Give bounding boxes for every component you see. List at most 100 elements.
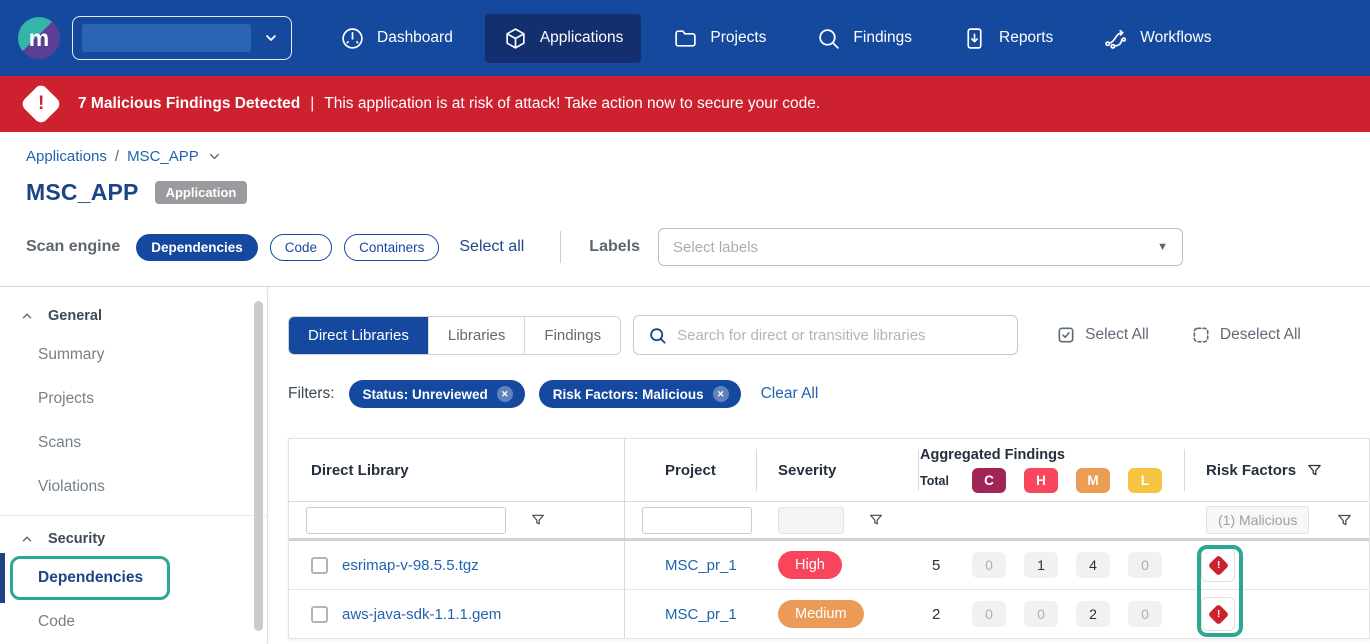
medium-count: 2 <box>1076 601 1110 627</box>
malicious-risk-icon[interactable]: ! <box>1201 548 1235 582</box>
library-cell: esrimap-v-98.5.5.tgz <box>289 541 624 589</box>
remove-filter-icon[interactable]: ✕ <box>497 386 513 402</box>
risk-factors-cell: ! <box>1184 541 1369 589</box>
library-search[interactable] <box>633 315 1018 355</box>
malicious-risk-icon[interactable]: ! <box>1201 597 1235 631</box>
filter-chip-risk-malicious[interactable]: Risk Factors: Malicious ✕ <box>539 380 741 408</box>
filter-chip-status-unreviewed[interactable]: Status: Unreviewed ✕ <box>349 380 525 408</box>
nav-item-dashboard[interactable]: Dashboard <box>322 14 471 63</box>
nav-label: Reports <box>999 29 1053 47</box>
column-label: Risk Factors <box>1206 462 1296 479</box>
project-link[interactable]: MSC_pr_1 <box>665 606 737 623</box>
sidebar-item-dependencies[interactable]: Dependencies <box>0 556 267 600</box>
org-selector-dropdown[interactable] <box>72 16 292 60</box>
direct-library-filter-input[interactable] <box>306 507 506 534</box>
col-header-project[interactable]: Project <box>624 439 756 501</box>
nav-item-workflows[interactable]: Workflows <box>1085 14 1229 63</box>
breadcrumb: Applications / MSC_APP <box>26 148 1370 165</box>
alert-banner-title: 7 Malicious Findings Detected <box>78 95 300 113</box>
critical-count: 0 <box>972 601 1006 627</box>
nav-label: Findings <box>853 29 912 47</box>
low-count: 0 <box>1128 601 1162 627</box>
breadcrumb-applications-link[interactable]: Applications <box>26 148 107 165</box>
breadcrumb-separator: / <box>115 148 119 165</box>
sidebar-item-label: Scans <box>38 434 81 452</box>
row-checkbox[interactable] <box>311 606 328 623</box>
scan-engine-chip-dependencies[interactable]: Dependencies <box>136 234 258 261</box>
col-header-severity[interactable]: Severity <box>756 439 918 501</box>
library-link[interactable]: esrimap-v-98.5.5.tgz <box>342 557 479 574</box>
alert-banner-separator: | <box>310 95 314 113</box>
filter-funnel-icon[interactable] <box>868 512 884 528</box>
high-count: 0 <box>1024 601 1058 627</box>
remove-filter-icon[interactable]: ✕ <box>713 386 729 402</box>
sidebar-scrollbar[interactable] <box>254 301 263 631</box>
mend-logo: m <box>18 17 60 59</box>
risk-factors-filter-value[interactable]: (1) Malicious <box>1206 506 1309 534</box>
clear-all-filters-link[interactable]: Clear All <box>761 385 819 403</box>
checkbox-checked-icon <box>1056 325 1076 345</box>
project-filter-input[interactable] <box>642 507 752 534</box>
top-nav: m Dashboard Applications Projects Findin… <box>0 0 1370 76</box>
severity-badge-medium: M <box>1076 468 1110 493</box>
deselect-all-button[interactable]: Deselect All <box>1191 325 1301 345</box>
column-label: Severity <box>778 462 836 479</box>
nav-item-applications[interactable]: Applications <box>485 14 642 63</box>
filter-funnel-icon[interactable] <box>1336 512 1353 529</box>
total-label: Total <box>920 474 972 488</box>
high-count: 1 <box>1024 552 1058 578</box>
alert-banner: ! 7 Malicious Findings Detected | This a… <box>0 76 1370 132</box>
nav-item-projects[interactable]: Projects <box>655 14 784 63</box>
tab-findings[interactable]: Findings <box>524 317 620 354</box>
direct-libraries-table: Direct Library Project Severity Aggregat… <box>288 438 1370 639</box>
chevron-up-icon <box>20 532 34 546</box>
sidebar-item-code[interactable]: Code <box>0 600 267 644</box>
library-toolbar: Direct Libraries Libraries Findings Sele… <box>288 315 1370 355</box>
chevron-down-icon[interactable] <box>207 149 222 164</box>
scan-engine-row: Scan engine Dependencies Code Containers… <box>26 228 1370 266</box>
critical-count: 0 <box>972 552 1006 578</box>
col-header-direct-library[interactable]: Direct Library <box>289 439 624 501</box>
sidebar-item-summary[interactable]: Summary <box>0 333 267 377</box>
scan-engine-chip-containers[interactable]: Containers <box>344 234 439 261</box>
sidebar-item-scans[interactable]: Scans <box>0 421 267 465</box>
body-split: General Summary Projects Scans Violation… <box>0 287 1370 644</box>
library-cell: aws-java-sdk-1.1.1.gem <box>289 590 624 638</box>
sidebar-section-general[interactable]: General <box>0 299 267 333</box>
sidebar-section-title: General <box>48 308 102 324</box>
select-all-button[interactable]: Select All <box>1056 325 1149 345</box>
search-input[interactable] <box>677 327 1007 344</box>
applications-cube-icon <box>503 26 528 51</box>
dashboard-gauge-icon <box>340 26 365 51</box>
col-header-risk-factors[interactable]: Risk Factors <box>1184 439 1369 501</box>
sidebar-item-violations[interactable]: Violations <box>0 465 267 509</box>
sidebar-item-projects[interactable]: Projects <box>0 377 267 421</box>
scan-engine-select-all[interactable]: Select all <box>459 238 524 256</box>
labels-select[interactable]: Select labels ▼ <box>658 228 1183 266</box>
project-link[interactable]: MSC_pr_1 <box>665 557 737 574</box>
reports-document-icon <box>962 26 987 51</box>
library-link[interactable]: aws-java-sdk-1.1.1.gem <box>342 606 501 623</box>
severity-cell: High <box>756 551 918 579</box>
filter-funnel-icon[interactable] <box>530 512 546 528</box>
tab-libraries[interactable]: Libraries <box>428 317 525 354</box>
filter-funnel-icon[interactable] <box>1306 462 1323 479</box>
scan-engine-label: Scan engine <box>26 238 120 256</box>
total-count: 5 <box>920 557 972 574</box>
active-indicator-bar <box>0 553 5 603</box>
scan-engine-chip-code[interactable]: Code <box>270 234 332 261</box>
row-checkbox[interactable] <box>311 557 328 574</box>
severity-pill: Medium <box>778 600 864 628</box>
org-name-redacted <box>82 24 251 52</box>
breadcrumb-current-link[interactable]: MSC_APP <box>127 148 199 165</box>
chevron-down-icon <box>263 30 279 46</box>
nav-label: Applications <box>540 29 624 47</box>
sidebar: General Summary Projects Scans Violation… <box>0 287 268 644</box>
filter-chip-label: Status: Unreviewed <box>363 387 488 402</box>
sidebar-section-security[interactable]: Security <box>0 522 267 556</box>
nav-item-findings[interactable]: Findings <box>798 14 930 63</box>
labels-label: Labels <box>589 238 640 256</box>
tab-direct-libraries[interactable]: Direct Libraries <box>289 317 428 354</box>
nav-item-reports[interactable]: Reports <box>944 14 1071 63</box>
application-type-badge: Application <box>155 181 248 204</box>
